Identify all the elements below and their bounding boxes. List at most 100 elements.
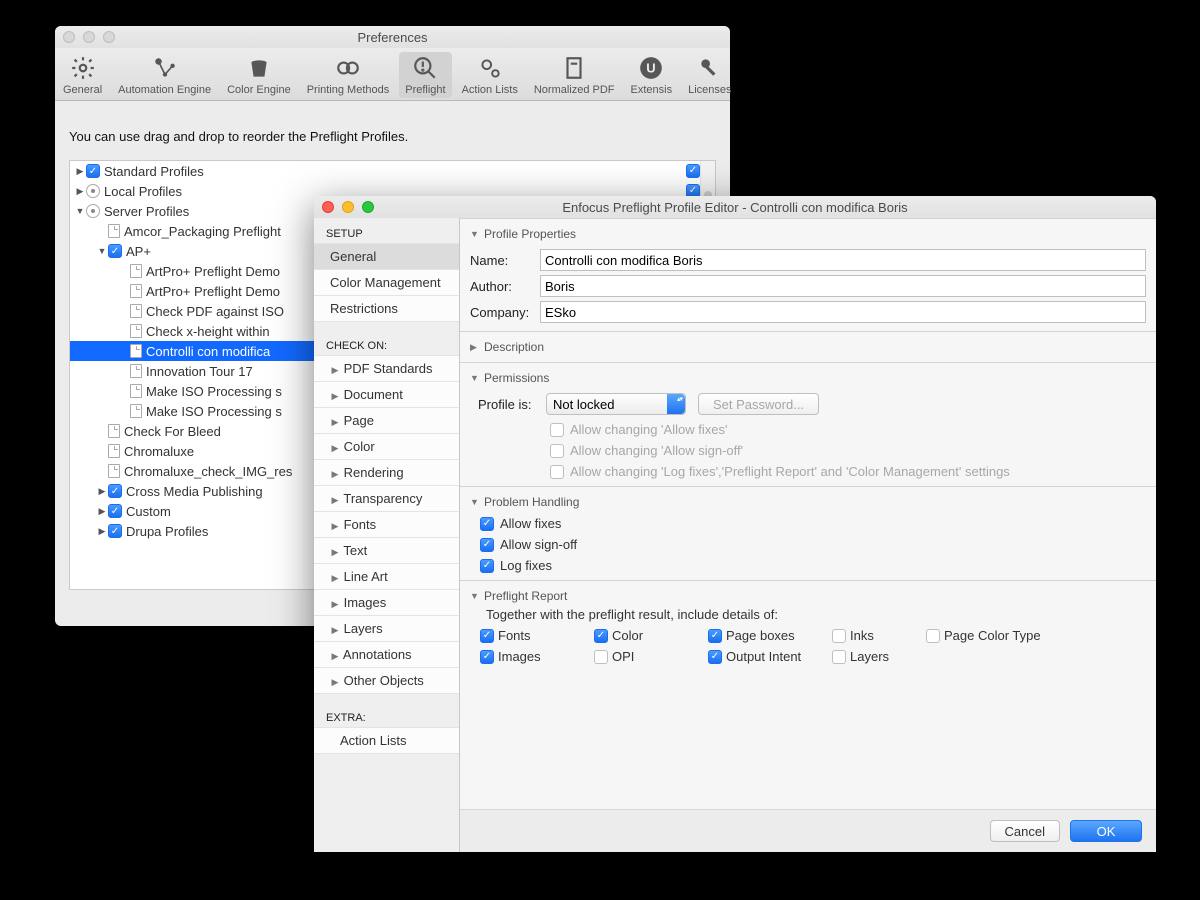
report-check-page-boxes[interactable]: Page boxes bbox=[708, 628, 828, 643]
minimize-icon[interactable] bbox=[342, 201, 354, 213]
lock-select-wrap[interactable]: Not locked bbox=[546, 393, 686, 415]
sidebar-item-transparency[interactable]: ▶ Transparency bbox=[314, 485, 459, 512]
tree-row[interactable]: ▶✓Standard Profiles bbox=[70, 161, 715, 181]
checkbox-icon[interactable]: ✓ bbox=[86, 164, 100, 178]
sidebar-item-document[interactable]: ▶ Document bbox=[314, 381, 459, 408]
checkbox-icon[interactable]: ✓ bbox=[108, 484, 122, 498]
zoom-icon[interactable] bbox=[362, 201, 374, 213]
gears-icon bbox=[476, 54, 504, 82]
report-check-opi[interactable]: OPI bbox=[594, 649, 704, 664]
tab-action-lists[interactable]: Action Lists bbox=[456, 52, 524, 98]
sidebar-item-images[interactable]: ▶ Images bbox=[314, 589, 459, 616]
sidebar-item-other-objects[interactable]: ▶ Other Objects bbox=[314, 667, 459, 694]
checkbox-icon[interactable] bbox=[708, 650, 722, 664]
sidebar-item-fonts[interactable]: ▶ Fonts bbox=[314, 511, 459, 538]
checkbox-icon[interactable]: ✓ bbox=[108, 524, 122, 538]
window-title: Enfocus Preflight Profile Editor - Contr… bbox=[314, 200, 1156, 215]
allow-changing-signoff-checkbox bbox=[550, 444, 564, 458]
sidebar-item-annotations[interactable]: ▶ Annotations bbox=[314, 641, 459, 668]
sidebar-item-layers[interactable]: ▶ Layers bbox=[314, 615, 459, 642]
preferences-titlebar: Preferences bbox=[55, 26, 730, 48]
extra-header: EXTRA: bbox=[314, 708, 459, 728]
tab-extensis[interactable]: U Extensis bbox=[625, 52, 679, 98]
author-label: Author: bbox=[470, 279, 540, 294]
traffic-lights[interactable] bbox=[63, 31, 115, 43]
sidebar-item-color-management[interactable]: Color Management bbox=[314, 269, 459, 296]
printing-icon bbox=[334, 54, 362, 82]
sidebar-item-text[interactable]: ▶ Text bbox=[314, 537, 459, 564]
checkbox-icon[interactable] bbox=[480, 629, 494, 643]
sidebar-item-general[interactable]: General bbox=[314, 243, 459, 270]
checkbox-icon[interactable]: ✓ bbox=[108, 244, 122, 258]
ok-button[interactable]: OK bbox=[1070, 820, 1142, 842]
editor-footer: Cancel OK bbox=[460, 809, 1156, 852]
profile-properties-header[interactable]: ▼Profile Properties bbox=[470, 223, 1146, 245]
zoom-icon[interactable] bbox=[103, 31, 115, 43]
document-icon bbox=[130, 364, 142, 378]
sidebar-item-rendering[interactable]: ▶ Rendering bbox=[314, 459, 459, 486]
document-icon bbox=[108, 424, 120, 438]
reorder-hint: You can use drag and drop to reorder the… bbox=[69, 129, 716, 144]
company-row: Company: bbox=[470, 301, 1146, 323]
report-check-page-color-type[interactable]: Page Color Type bbox=[926, 628, 1146, 643]
preferences-toolbar: General Automation Engine Color Engine P… bbox=[55, 48, 730, 101]
tab-automation-engine[interactable]: Automation Engine bbox=[112, 52, 217, 98]
name-field[interactable] bbox=[540, 249, 1146, 271]
author-field[interactable] bbox=[540, 275, 1146, 297]
window-title: Preferences bbox=[55, 30, 730, 45]
name-label: Name: bbox=[470, 253, 540, 268]
author-row: Author: bbox=[470, 275, 1146, 297]
enable-checkbox[interactable] bbox=[686, 164, 700, 178]
sidebar-item-page[interactable]: ▶ Page bbox=[314, 407, 459, 434]
editor-main: ▼Profile Properties Name: Author: Compan… bbox=[460, 218, 1156, 852]
report-check-images[interactable]: Images bbox=[480, 649, 590, 664]
tab-printing-methods[interactable]: Printing Methods bbox=[301, 52, 396, 98]
profile-is-label: Profile is: bbox=[478, 397, 546, 412]
tab-licenses[interactable]: Licenses bbox=[682, 52, 737, 98]
checkbox-icon[interactable] bbox=[594, 650, 608, 664]
report-check-fonts[interactable]: Fonts bbox=[480, 628, 590, 643]
sidebar-item-line-art[interactable]: ▶ Line Art bbox=[314, 563, 459, 590]
sidebar-item-pdf-standards[interactable]: ▶ PDF Standards bbox=[314, 355, 459, 382]
report-check-color[interactable]: Color bbox=[594, 628, 704, 643]
extensis-icon: U bbox=[637, 54, 665, 82]
permissions-header[interactable]: ▼Permissions bbox=[470, 367, 1146, 389]
cancel-button[interactable]: Cancel bbox=[990, 820, 1060, 842]
tab-normalized-pdf[interactable]: Normalized PDF bbox=[528, 52, 621, 98]
document-icon bbox=[130, 404, 142, 418]
problem-handling-header[interactable]: ▼Problem Handling bbox=[470, 491, 1146, 513]
close-icon[interactable] bbox=[322, 201, 334, 213]
report-check-layers[interactable]: Layers bbox=[832, 649, 922, 664]
checkbox-icon[interactable] bbox=[708, 629, 722, 643]
log-fixes-checkbox[interactable] bbox=[480, 559, 494, 573]
setup-header: SETUP bbox=[314, 224, 459, 244]
minimize-icon[interactable] bbox=[83, 31, 95, 43]
server-icon bbox=[86, 204, 100, 218]
checkbox-icon[interactable] bbox=[594, 629, 608, 643]
preflight-report-header[interactable]: ▼Preflight Report bbox=[470, 585, 1146, 607]
set-password-button[interactable]: Set Password... bbox=[698, 393, 819, 415]
allow-fixes-checkbox[interactable] bbox=[480, 517, 494, 531]
tab-color-engine[interactable]: Color Engine bbox=[221, 52, 297, 98]
description-header[interactable]: ▶Description bbox=[470, 336, 1146, 358]
report-check-inks[interactable]: Inks bbox=[832, 628, 922, 643]
document-icon bbox=[130, 344, 142, 358]
report-check-output-intent[interactable]: Output Intent bbox=[708, 649, 828, 664]
sidebar-item-restrictions[interactable]: Restrictions bbox=[314, 295, 459, 322]
checkbox-icon[interactable] bbox=[832, 650, 846, 664]
sidebar-item-action-lists[interactable]: Action Lists bbox=[314, 727, 459, 754]
checkbox-icon[interactable]: ✓ bbox=[108, 504, 122, 518]
traffic-lights[interactable] bbox=[322, 201, 374, 213]
lock-select[interactable]: Not locked bbox=[546, 393, 686, 415]
company-field[interactable] bbox=[540, 301, 1146, 323]
allow-changing-fixes-checkbox bbox=[550, 423, 564, 437]
tab-preflight[interactable]: Preflight bbox=[399, 52, 451, 98]
checkbox-icon[interactable] bbox=[926, 629, 940, 643]
checkbox-icon[interactable] bbox=[832, 629, 846, 643]
allow-signoff-checkbox[interactable] bbox=[480, 538, 494, 552]
checkbox-icon[interactable] bbox=[480, 650, 494, 664]
name-row: Name: bbox=[470, 249, 1146, 271]
sidebar-item-color[interactable]: ▶ Color bbox=[314, 433, 459, 460]
tab-general[interactable]: General bbox=[57, 52, 108, 98]
close-icon[interactable] bbox=[63, 31, 75, 43]
